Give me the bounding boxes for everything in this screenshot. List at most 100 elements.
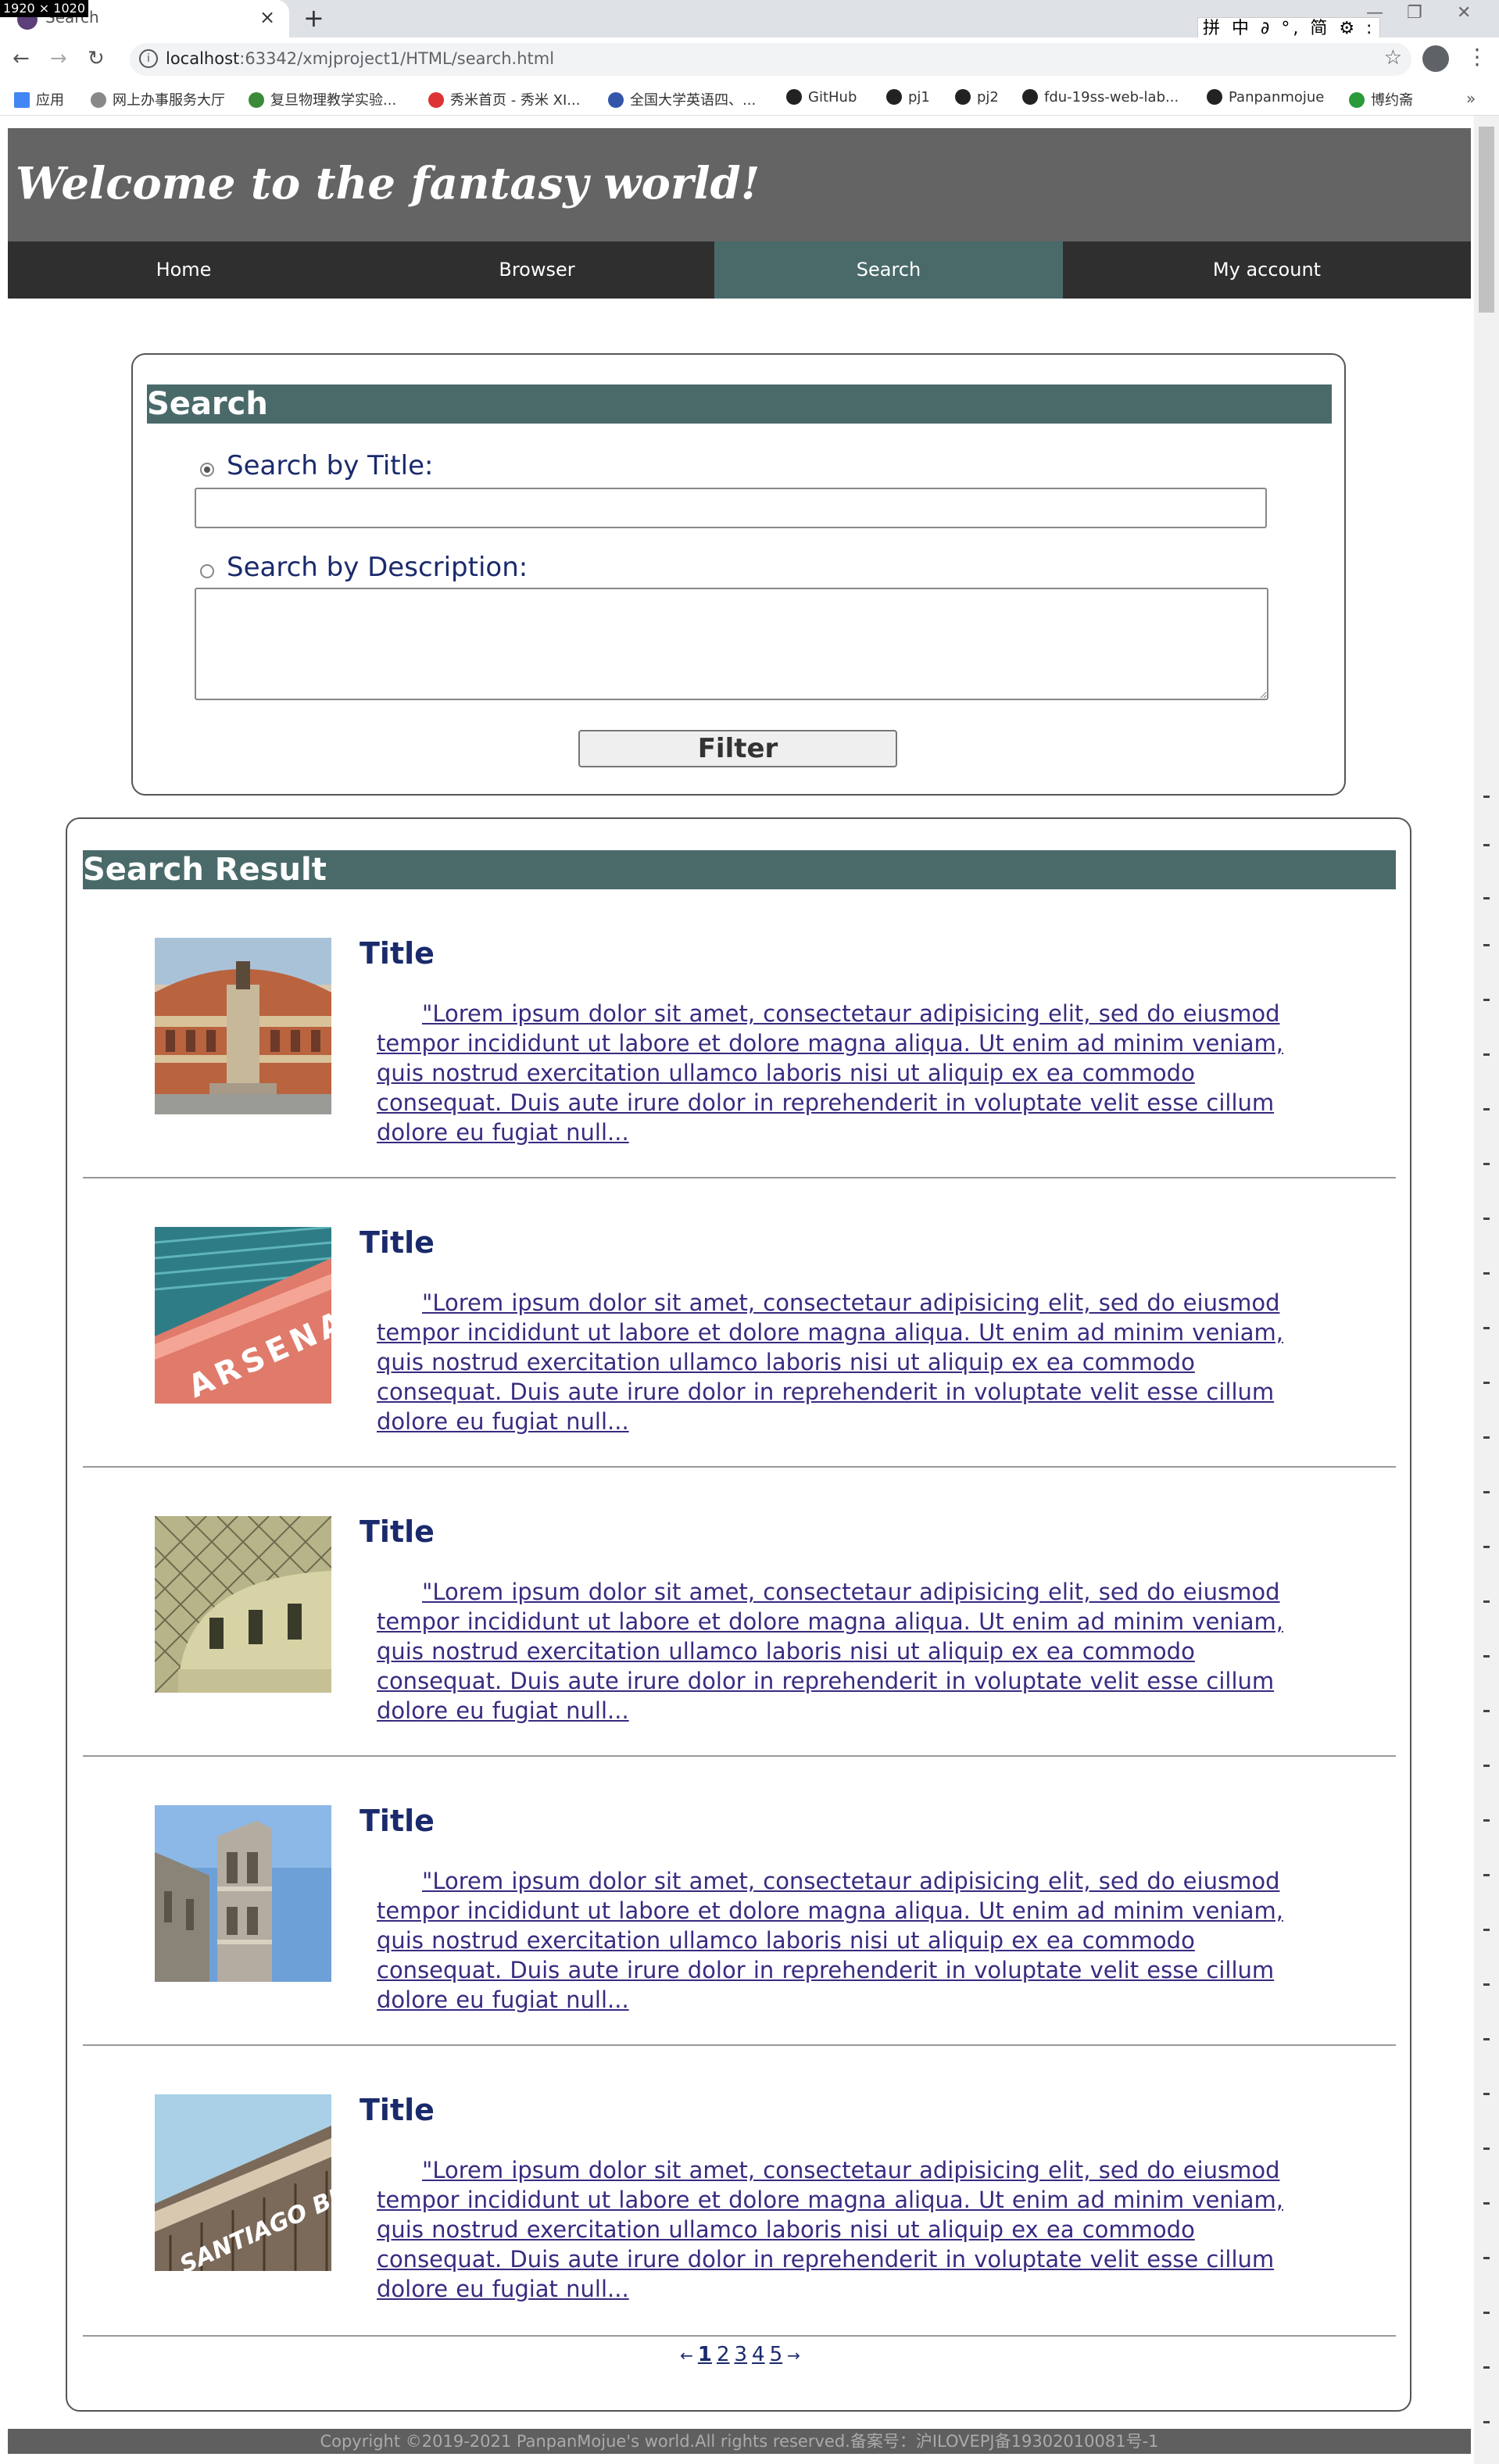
- resolution-badge: 1920 × 1020: [0, 0, 89, 17]
- info-icon[interactable]: i: [139, 49, 158, 68]
- result-item: SANTIAGO BERNA Title "Lorem ipsum dolor …: [83, 2047, 1396, 2337]
- bookmark-item[interactable]: 应用: [14, 89, 64, 109]
- bookmark-item[interactable]: pj1: [886, 89, 930, 105]
- result-description-link[interactable]: "Lorem ipsum dolor sit amet, consectetau…: [377, 1868, 1283, 2013]
- result-description[interactable]: "Lorem ipsum dolor sit amet, consectetau…: [377, 1288, 1283, 1436]
- bookmark-item[interactable]: pj2: [955, 89, 999, 105]
- page-link-2[interactable]: 2: [717, 2343, 730, 2366]
- description-search-input[interactable]: [195, 588, 1268, 700]
- result-title[interactable]: Title: [360, 936, 435, 971]
- scroll-marker: [1483, 1819, 1490, 1822]
- prev-page-icon[interactable]: ←: [680, 2346, 693, 2365]
- result-description-link[interactable]: "Lorem ipsum dolor sit amet, consectetau…: [377, 1000, 1283, 1146]
- globe-icon: [608, 92, 624, 108]
- scroll-marker: [1483, 2148, 1490, 2150]
- bookmark-label: GitHub: [808, 89, 857, 105]
- royal-albert-hall-photo[interactable]: [155, 938, 331, 1114]
- nav-my-account[interactable]: My account: [1063, 241, 1471, 299]
- result-title[interactable]: Title: [360, 1515, 435, 1549]
- florence-tower-photo[interactable]: [155, 1805, 331, 1982]
- github-icon: [1207, 89, 1222, 105]
- scroll-marker: [1483, 2038, 1490, 2040]
- url-text[interactable]: localhost:63342/xmjproject1/HTML/search.…: [166, 49, 554, 68]
- bookmark-item[interactable]: Panpanmojue: [1207, 89, 1324, 105]
- page-scrollbar[interactable]: [1474, 116, 1499, 2464]
- title-search-input[interactable]: [195, 488, 1267, 528]
- radio-search-by-title[interactable]: [200, 463, 214, 477]
- back-icon[interactable]: ←: [13, 47, 30, 70]
- filter-button[interactable]: Filter: [578, 730, 897, 767]
- url-field[interactable]: i localhost:63342/xmjproject1/HTML/searc…: [130, 43, 1411, 76]
- xiumi-icon: [428, 92, 444, 108]
- home-icon: [91, 92, 106, 108]
- result-description[interactable]: "Lorem ipsum dolor sit amet, consectetau…: [377, 1577, 1283, 1726]
- url-host: localhost: [166, 49, 240, 68]
- forward-icon[interactable]: →: [50, 47, 67, 70]
- scroll-marker: [1483, 1218, 1490, 1220]
- minimize-icon[interactable]: —: [1366, 3, 1383, 23]
- result-item: Title "Lorem ipsum dolor sit amet, conse…: [83, 891, 1396, 1178]
- bookmark-item[interactable]: 博约斋: [1349, 89, 1413, 109]
- reload-icon[interactable]: ↻: [88, 47, 105, 70]
- browser-menu-icon[interactable]: ⋮: [1466, 44, 1488, 70]
- scroll-marker: [1483, 1053, 1490, 1056]
- bookmark-star-icon[interactable]: ☆: [1384, 46, 1402, 70]
- scroll-marker: [1483, 944, 1490, 946]
- scroll-marker: [1483, 2421, 1490, 2423]
- browser-tabstrip: Search × + 拼 中 ∂ °, 简 ⚙ : — ❐ ✕ 1920 × 1…: [0, 0, 1499, 41]
- scroll-marker: [1483, 897, 1490, 899]
- window-close-icon[interactable]: ✕: [1457, 3, 1471, 23]
- scroll-marker: [1483, 1710, 1490, 1712]
- result-description-link[interactable]: "Lorem ipsum dolor sit amet, consectetau…: [377, 1289, 1283, 1435]
- new-tab-button[interactable]: +: [303, 3, 324, 33]
- restore-icon[interactable]: ❐: [1407, 3, 1422, 23]
- site-header: Welcome to the fantasy world!: [8, 128, 1471, 241]
- bookmark-item[interactable]: 复旦物理教学实验...: [249, 89, 396, 109]
- scrollbar-thumb[interactable]: [1479, 127, 1494, 313]
- radio-search-by-description[interactable]: [200, 564, 214, 578]
- results-heading: Search Result: [83, 850, 1396, 889]
- profile-avatar-icon[interactable]: [1422, 45, 1449, 72]
- nav-search[interactable]: Search: [714, 241, 1063, 299]
- result-description[interactable]: "Lorem ipsum dolor sit amet, consectetau…: [377, 999, 1283, 1147]
- github-icon: [786, 89, 802, 105]
- page-link-4[interactable]: 4: [752, 2343, 765, 2366]
- next-page-icon[interactable]: →: [787, 2346, 800, 2365]
- scroll-marker: [1483, 2093, 1490, 2095]
- search-heading: Search: [147, 384, 1332, 424]
- page-link-3[interactable]: 3: [735, 2343, 748, 2366]
- page-link-5[interactable]: 5: [770, 2343, 783, 2366]
- result-title[interactable]: Title: [360, 1225, 435, 1260]
- scroll-marker: [1483, 1655, 1490, 1658]
- santiago-bernabeu-photo[interactable]: SANTIAGO BERNA: [155, 2094, 331, 2271]
- bookmark-item[interactable]: 全国大学英语四、...: [608, 89, 756, 109]
- github-icon: [886, 89, 902, 105]
- result-description[interactable]: "Lorem ipsum dolor sit amet, consectetau…: [377, 1866, 1283, 2015]
- main-nav: Home Browser Search My account: [8, 241, 1471, 299]
- result-description[interactable]: "Lorem ipsum dolor sit amet, consectetau…: [377, 2155, 1283, 2304]
- bookmark-item[interactable]: 网上办事服务大厅: [91, 89, 225, 109]
- result-item: Title "Lorem ipsum dolor sit amet, conse…: [83, 1758, 1396, 2046]
- page-link-1[interactable]: 1: [698, 2343, 712, 2366]
- scroll-marker: [1483, 1600, 1490, 1603]
- results-panel: Search Result Title "Lorem ipsum dolor s…: [66, 817, 1411, 2412]
- nav-browser[interactable]: Browser: [360, 241, 714, 299]
- arsenal-stadium-photo[interactable]: ARSENAL: [155, 1227, 331, 1404]
- scroll-marker: [1483, 2202, 1490, 2205]
- site-footer: Copyright ©2019-2021 PanpanMojue's world…: [8, 2429, 1471, 2454]
- result-title[interactable]: Title: [360, 2093, 435, 2127]
- bookmarks-more-icon[interactable]: »: [1466, 89, 1476, 108]
- nav-home[interactable]: Home: [8, 241, 360, 299]
- result-title[interactable]: Title: [360, 1804, 435, 1838]
- bookmarks-bar: 应用 网上办事服务大厅 复旦物理教学实验... 秀米首页 - 秀米 XI... …: [0, 81, 1499, 116]
- bookmark-item[interactable]: fdu-19ss-web-lab...: [1022, 89, 1179, 105]
- result-description-link[interactable]: "Lorem ipsum dolor sit amet, consectetau…: [377, 2157, 1283, 2302]
- result-description-link[interactable]: "Lorem ipsum dolor sit amet, consectetau…: [377, 1579, 1283, 1724]
- bookmark-item[interactable]: 秀米首页 - 秀米 XI...: [428, 89, 580, 109]
- tab-close-icon[interactable]: ×: [259, 6, 275, 28]
- bookmark-item[interactable]: GitHub: [786, 89, 857, 105]
- search-by-description-label: Search by Description:: [227, 552, 528, 583]
- british-museum-photo[interactable]: [155, 1516, 331, 1693]
- github-icon: [1022, 89, 1038, 105]
- scroll-marker: [1483, 1983, 1490, 1986]
